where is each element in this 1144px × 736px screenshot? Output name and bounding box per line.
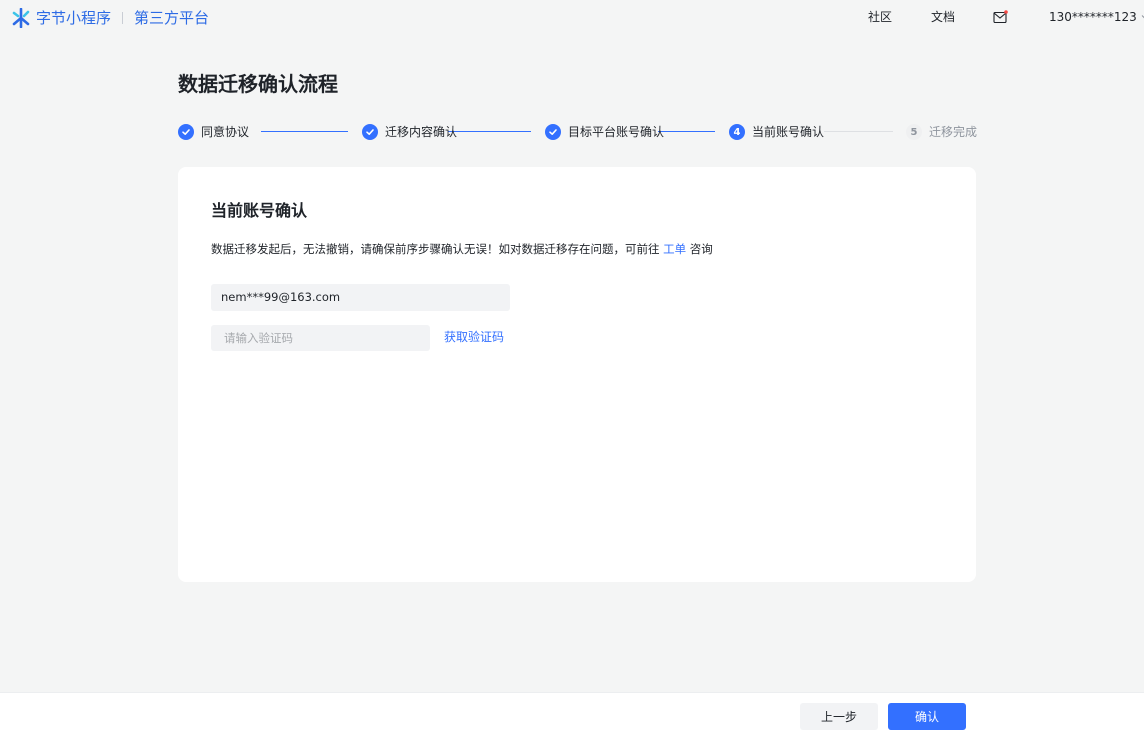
nav-community[interactable]: 社区 (868, 9, 892, 25)
step-connector (658, 131, 715, 132)
user-account: 130*******123 (1049, 10, 1137, 24)
logo[interactable]: 字节小程序 第三方平台 (11, 8, 209, 28)
progress-steps: 同意协议 迁移内容确认 目标平台账号确认 4 当前账号确认 5 迁移完成 (178, 123, 978, 141)
bytedance-miniapp-logo-icon (12, 8, 30, 28)
step-connector (448, 131, 531, 132)
step-connector (824, 131, 893, 132)
step-number: 5 (906, 124, 922, 140)
step-label: 迁移完成 (929, 125, 978, 139)
get-code-link[interactable]: 获取验证码 (444, 329, 504, 345)
step-target-account-confirm: 目标平台账号确认 (545, 123, 664, 141)
user-menu[interactable]: 130*******123 (1049, 9, 1144, 25)
step-number: 4 (729, 124, 745, 140)
card-title: 当前账号确认 (211, 201, 308, 220)
step-migration-complete: 5 迁移完成 (906, 123, 977, 141)
card-description: 数据迁移发起后，无法撤销，请确保前序步骤确认无误！如对数据迁移存在问题，可前往 … (211, 241, 713, 257)
account-confirm-card: 当前账号确认 数据迁移发起后，无法撤销，请确保前序步骤确认无误！如对数据迁移存在… (178, 167, 976, 582)
step-agree-protocol: 同意协议 (178, 123, 249, 141)
ticket-link[interactable]: 工单 (663, 242, 686, 256)
step-label: 当前账号确认 (752, 125, 825, 139)
platform-title: 第三方平台 (134, 9, 210, 27)
check-icon (362, 124, 378, 140)
description-suffix: 咨询 (686, 242, 713, 256)
logo-divider (122, 12, 124, 24)
check-icon (545, 124, 561, 140)
footer-bar: 上一步 确认 (0, 692, 1144, 736)
logo-text: 字节小程序 (36, 9, 112, 27)
top-header: 字节小程序 第三方平台 社区 文档 130*******123 (0, 0, 1144, 36)
step-label: 目标平台账号确认 (568, 125, 665, 139)
step-label: 同意协议 (201, 125, 250, 139)
step-current-account-confirm: 4 当前账号确认 (729, 123, 824, 141)
step-content-confirm: 迁移内容确认 (362, 123, 457, 141)
verification-code-input[interactable] (211, 325, 430, 351)
check-icon (178, 124, 194, 140)
step-connector (261, 131, 348, 132)
previous-step-button[interactable]: 上一步 (800, 703, 878, 730)
page-title: 数据迁移确认流程 (178, 72, 338, 96)
message-icon[interactable] (993, 10, 1008, 24)
email-field: nem***99@163.com (211, 284, 510, 311)
nav-docs[interactable]: 文档 (931, 9, 955, 25)
confirm-button[interactable]: 确认 (888, 703, 966, 730)
step-label: 迁移内容确认 (385, 125, 458, 139)
description-text: 数据迁移发起后，无法撤销，请确保前序步骤确认无误！如对数据迁移存在问题，可前往 (211, 242, 664, 256)
